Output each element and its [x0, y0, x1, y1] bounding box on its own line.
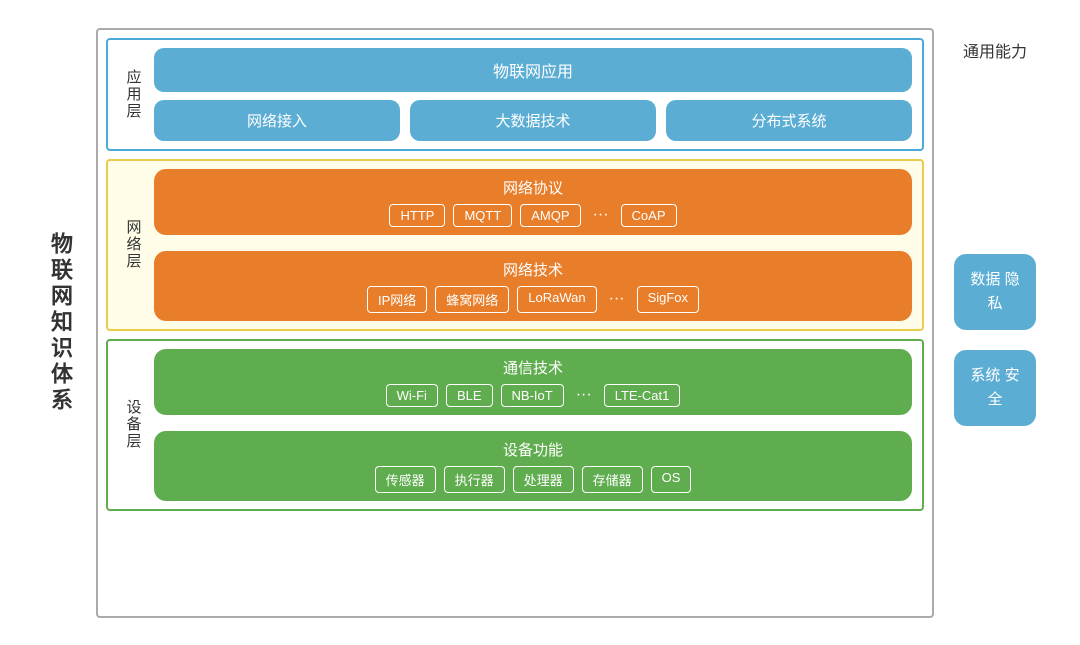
right-title: 通用能力 — [963, 38, 1027, 62]
net-tech-block: 网络技术 IP网络 蜂窝网络 LoRaWan ··· SigFox — [154, 251, 912, 321]
dev-layer-label: 设备层 — [118, 349, 148, 501]
main-diagram: 应用层 物联网应用 网络接入 大数据技术 分布式系统 网络层 网络协议 HTTP — [96, 28, 934, 618]
app-top-box: 物联网应用 — [154, 48, 912, 92]
dev-item-os: OS — [651, 466, 692, 493]
dev-func-items: 传感器 执行器 处理器 存储器 OS — [164, 466, 902, 493]
dev-comm-title: 通信技术 — [164, 357, 902, 378]
net-protocol-items: HTTP MQTT AMQP ··· CoAP — [164, 204, 902, 227]
dev-layer: 设备层 通信技术 Wi-Fi BLE NB-IoT ··· LTE-Cat1 设… — [106, 339, 924, 511]
right-panel: 通用能力 数据 隐私 系统 安全 — [950, 28, 1040, 618]
net-item-mqtt: MQTT — [453, 204, 512, 227]
dev-comm-block: 通信技术 Wi-Fi BLE NB-IoT ··· LTE-Cat1 — [154, 349, 912, 415]
net-layer-content: 网络协议 HTTP MQTT AMQP ··· CoAP 网络技术 IP网络 蜂… — [148, 169, 912, 321]
app-layer: 应用层 物联网应用 网络接入 大数据技术 分布式系统 — [106, 38, 924, 151]
dev-item-sensor: 传感器 — [375, 466, 436, 493]
dev-item-ltecat1: LTE-Cat1 — [604, 384, 681, 407]
dev-item-actuator: 执行器 — [444, 466, 505, 493]
net-dots-2: ··· — [605, 286, 629, 313]
net-protocol-title: 网络协议 — [164, 177, 902, 198]
net-item-amqp: AMQP — [520, 204, 580, 227]
right-boxes: 数据 隐私 系统 安全 — [954, 72, 1036, 608]
app-layer-label: 应用层 — [118, 48, 148, 141]
dev-item-storage: 存储器 — [582, 466, 643, 493]
right-box-data-privacy: 数据 隐私 — [954, 254, 1036, 330]
app-bottom-row: 网络接入 大数据技术 分布式系统 — [154, 100, 912, 141]
net-layer-label: 网络层 — [118, 169, 148, 321]
app-box-network: 网络接入 — [154, 100, 400, 141]
dev-func-title: 设备功能 — [164, 439, 902, 460]
net-item-ip: IP网络 — [367, 286, 427, 313]
right-box-system-security: 系统 安全 — [954, 350, 1036, 426]
dev-comm-items: Wi-Fi BLE NB-IoT ··· LTE-Cat1 — [164, 384, 902, 407]
net-dots-1: ··· — [589, 204, 613, 227]
net-item-sigfox: SigFox — [637, 286, 699, 313]
dev-item-processor: 处理器 — [513, 466, 574, 493]
app-layer-content: 物联网应用 网络接入 大数据技术 分布式系统 — [148, 48, 912, 141]
dev-item-ble: BLE — [446, 384, 493, 407]
left-label: 物联网知识体系 — [40, 28, 80, 618]
dev-layer-content: 通信技术 Wi-Fi BLE NB-IoT ··· LTE-Cat1 设备功能 … — [148, 349, 912, 501]
net-tech-title: 网络技术 — [164, 259, 902, 280]
dev-item-wifi: Wi-Fi — [386, 384, 438, 407]
net-protocol-block: 网络协议 HTTP MQTT AMQP ··· CoAP — [154, 169, 912, 235]
outer-container: 物联网知识体系 应用层 物联网应用 网络接入 大数据技术 分布式系统 网络层 网… — [40, 28, 1040, 618]
net-item-lorawan: LoRaWan — [517, 286, 596, 313]
app-box-bigdata: 大数据技术 — [410, 100, 656, 141]
app-box-distributed: 分布式系统 — [666, 100, 912, 141]
net-item-cellular: 蜂窝网络 — [435, 286, 509, 313]
dev-item-nbiot: NB-IoT — [501, 384, 564, 407]
net-item-coap: CoAP — [621, 204, 677, 227]
net-item-http: HTTP — [389, 204, 445, 227]
net-layer: 网络层 网络协议 HTTP MQTT AMQP ··· CoAP 网络技术 — [106, 159, 924, 331]
net-tech-items: IP网络 蜂窝网络 LoRaWan ··· SigFox — [164, 286, 902, 313]
dev-func-block: 设备功能 传感器 执行器 处理器 存储器 OS — [154, 431, 912, 501]
dev-dots-1: ··· — [572, 384, 596, 407]
